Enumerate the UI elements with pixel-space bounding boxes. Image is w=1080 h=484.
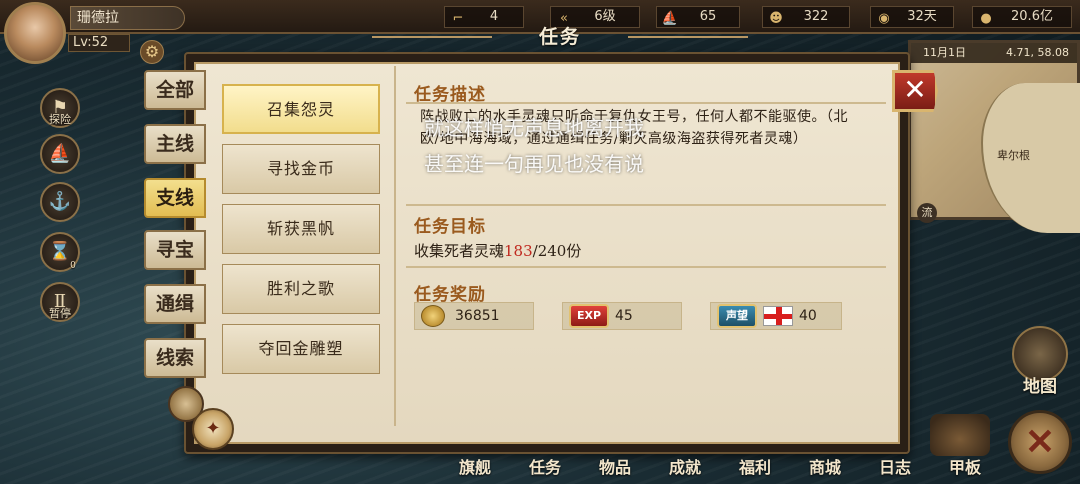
tab-wanted[interactable]: 通缉 xyxy=(144,284,206,324)
england-flag-icon xyxy=(763,306,793,326)
crew-icon: ☻ xyxy=(769,11,783,26)
explore-button[interactable]: ⚑ 探险 xyxy=(40,88,80,128)
crossed-swords-button[interactable]: ✕ xyxy=(1008,410,1072,474)
goal-current: 183 xyxy=(504,242,533,260)
bread-icon: ◉ xyxy=(878,11,890,26)
desc-rule xyxy=(406,102,886,104)
desc-bottom-rule xyxy=(406,204,886,206)
exp-icon: EXP xyxy=(569,304,609,328)
player-name: 珊德拉 xyxy=(70,6,185,30)
anchor-icon: ⚓ xyxy=(48,191,72,212)
nav-items[interactable]: 物品 xyxy=(580,454,650,484)
resource-food[interactable]: ◉ 32天 xyxy=(870,6,954,28)
ship-icon: ⛵ xyxy=(661,11,679,26)
coin-icon: ● xyxy=(980,11,992,26)
task-item-victory-song[interactable]: 胜利之歌 xyxy=(222,264,380,314)
resource-gold[interactable]: ● 20.6亿 xyxy=(972,6,1072,28)
goal-rule xyxy=(406,266,886,268)
tab-all[interactable]: 全部 xyxy=(144,70,206,110)
player-avatar[interactable] xyxy=(4,2,66,64)
tab-side[interactable]: 支线 xyxy=(144,178,206,218)
reward-fame-value: 40 xyxy=(799,308,817,324)
boot-icon: ⌐ xyxy=(452,11,464,26)
task-item-golden-statue[interactable]: 夺回金雕塑 xyxy=(222,324,380,374)
list-divider xyxy=(394,66,396,426)
close-button[interactable]: ✕ xyxy=(892,70,938,112)
task-item-black-sail[interactable]: 斩获黑帆 xyxy=(222,204,380,254)
minimap[interactable]: 11月1日 4.71, 58.08 卑尔根 流 xyxy=(908,40,1080,233)
fleet-button[interactable]: ⛵ xyxy=(40,134,80,174)
task-item-gather-spirits[interactable]: 召集怨灵 xyxy=(222,84,380,134)
window-title: 任务 xyxy=(372,22,748,52)
minimap-header: 11月1日 4.71, 58.08 xyxy=(911,43,1077,63)
reward-exp: EXP 45 xyxy=(562,302,682,330)
pause-button[interactable]: Ⅱ 暂停 xyxy=(40,282,80,322)
nav-log[interactable]: 日志 xyxy=(860,454,930,484)
resource-crew[interactable]: ☻ 322 xyxy=(762,6,850,28)
nav-deck[interactable]: 甲板 xyxy=(930,454,1000,484)
overlay-line-2: 甚至连一句再见也没有说 xyxy=(424,152,644,176)
goal-text: 收集死者灵魂 xyxy=(414,242,505,260)
ship-icon: ⛵ xyxy=(48,143,72,164)
gear-icon[interactable]: ⚙ xyxy=(140,40,164,64)
reward-exp-value: 45 xyxy=(615,308,633,324)
nav-tasks[interactable]: 任务 xyxy=(510,454,580,484)
nav-flagship[interactable]: 旗舰 xyxy=(440,454,510,484)
reward-gold: 36851 xyxy=(414,302,534,330)
player-level: Lv:52 xyxy=(68,34,130,52)
hourglass-icon: ⌛ xyxy=(48,241,72,262)
gold-coin-icon xyxy=(421,305,445,327)
flow-button[interactable]: 流 xyxy=(917,203,937,223)
reward-fame: 声望 40 xyxy=(710,302,842,330)
hourglass-button[interactable]: ⌛ 0 xyxy=(40,232,80,272)
anchor-button[interactable]: ⚓ xyxy=(40,182,80,222)
compass-icon[interactable]: ✦ xyxy=(192,408,234,450)
coastline xyxy=(981,83,1080,233)
goal-title: 任务目标 xyxy=(414,217,486,237)
nav-welfare[interactable]: 福利 xyxy=(720,454,790,484)
task-item-find-coins[interactable]: 寻找金币 xyxy=(222,144,380,194)
resource-ships[interactable]: ⛵ 65 xyxy=(656,6,740,28)
nav-achievements[interactable]: 成就 xyxy=(650,454,720,484)
game-date: 11月1日 xyxy=(923,46,966,59)
overlay-line-1: 就这样悄无声息地离开我 xyxy=(424,116,644,140)
map-button-label[interactable]: 地图 xyxy=(1016,372,1064,397)
tab-main[interactable]: 主线 xyxy=(144,124,206,164)
ship-deck-icon[interactable] xyxy=(930,414,990,456)
nav-shop[interactable]: 商城 xyxy=(790,454,860,484)
city-label: 卑尔根 xyxy=(997,149,1030,162)
map-coordinates: 4.71, 58.08 xyxy=(1006,46,1069,59)
tab-clues[interactable]: 线索 xyxy=(144,338,206,378)
tab-treasure[interactable]: 寻宝 xyxy=(144,230,206,270)
goal-total: /240份 xyxy=(532,242,582,260)
fame-icon: 声望 xyxy=(717,304,757,328)
task-goal: 收集死者灵魂183/240份 xyxy=(414,240,581,261)
bottom-nav: 旗舰 任务 物品 成就 福利 商城 日志 甲板 xyxy=(440,454,1000,484)
reward-gold-value: 36851 xyxy=(455,308,500,324)
